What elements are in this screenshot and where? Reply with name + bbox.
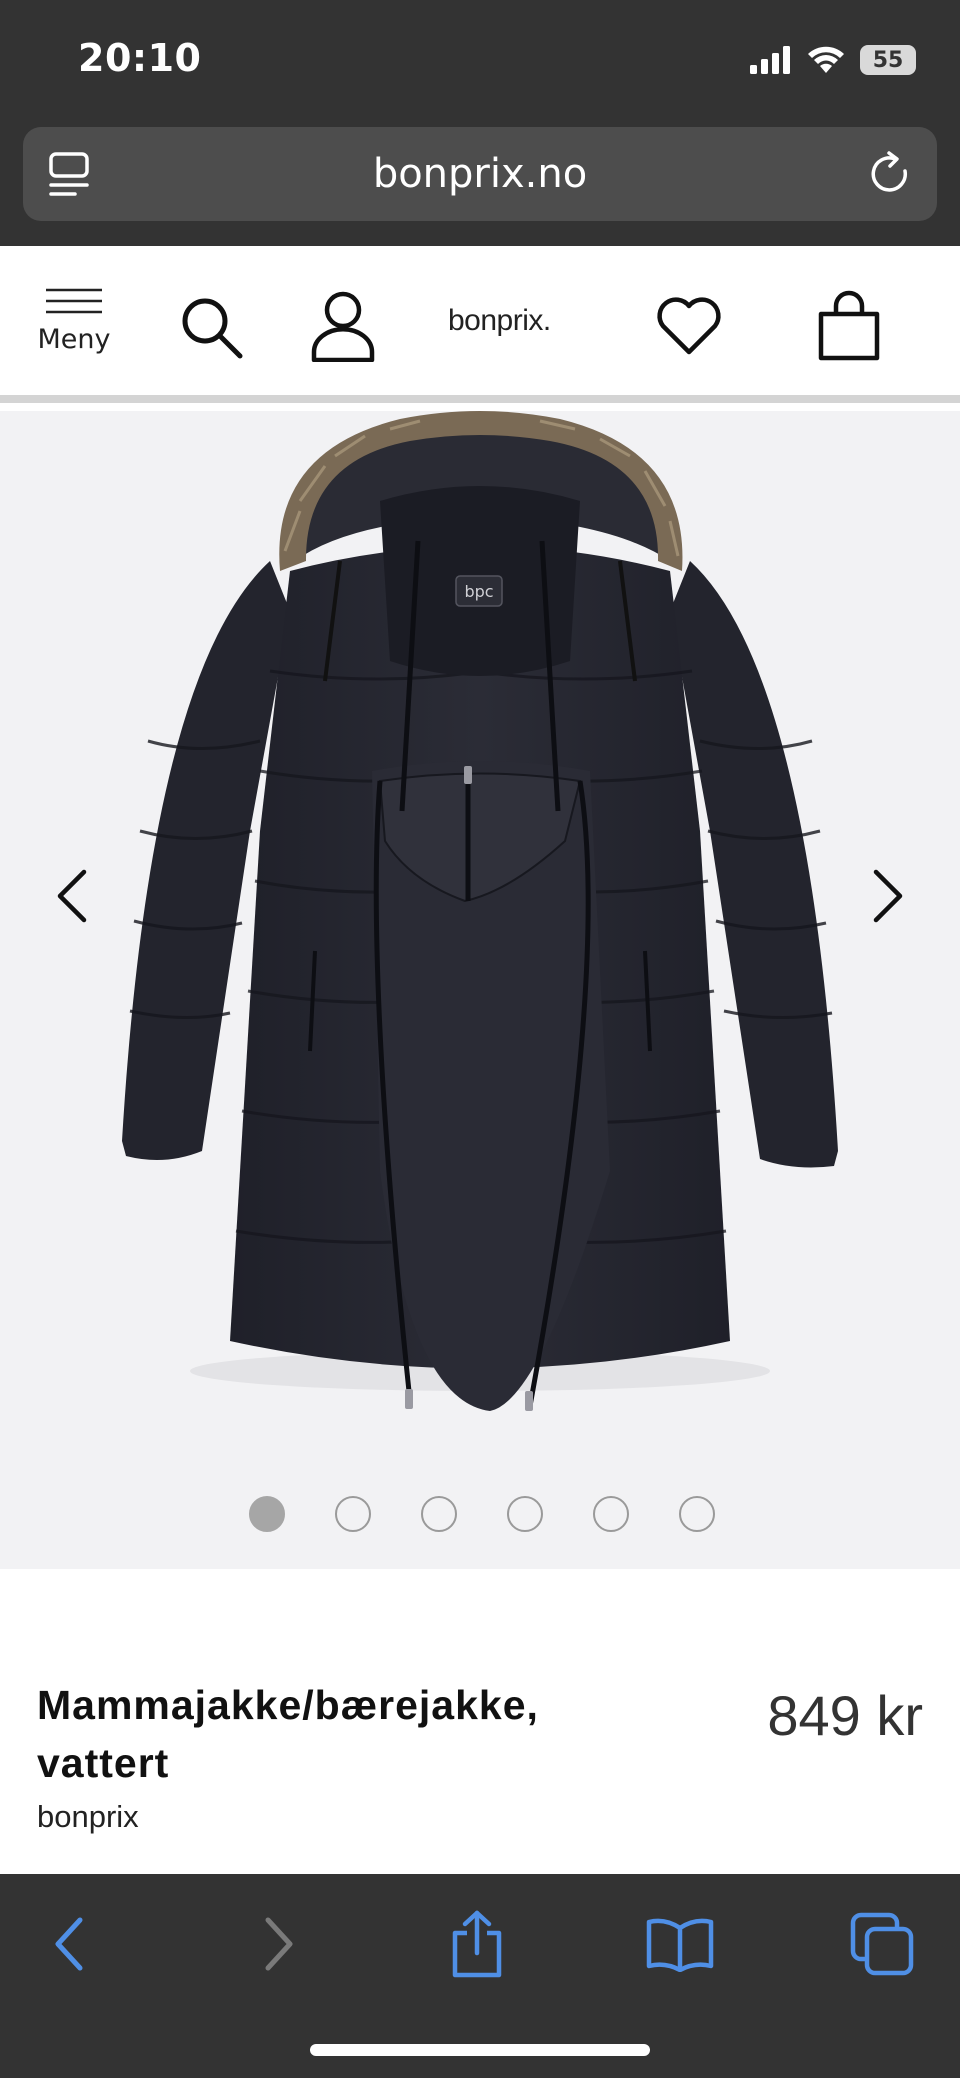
product-info: Mammajakke/bærejakke, vattert 849 kr bon… [0,1569,960,1874]
status-icons: 55 [750,40,916,80]
address-bar[interactable]: bonprix.no [23,127,937,221]
menu-button[interactable]: Meny [36,288,112,368]
gallery-pagination [0,1496,960,1536]
forward-button[interactable] [238,1904,318,1984]
back-icon [55,1917,83,1971]
browser-toolbar [0,1874,960,2078]
hamburger-menu-icon [46,288,102,314]
gallery-dot[interactable] [421,1496,457,1532]
bookmarks-button[interactable] [640,1904,720,1984]
reload-icon[interactable] [865,149,915,199]
browser-address-area: bonprix.no [0,125,960,246]
wifi-icon [808,46,844,73]
jacket-image: bpc [122,411,838,1411]
share-button[interactable] [437,1904,517,1984]
home-indicator[interactable] [310,2044,650,2056]
gallery-dot[interactable] [679,1496,715,1532]
bonprix-logo[interactable]: bonprix. [448,304,572,344]
gallery-dot[interactable] [249,1496,285,1532]
garment-logo-text: bpc [464,582,493,601]
forward-icon [265,1917,293,1971]
site-header: Meny bonprix. [0,246,960,403]
shopping-bag-icon[interactable] [816,290,882,362]
gallery-dot[interactable] [335,1496,371,1532]
status-time: 20:10 [78,36,202,80]
gallery-dot[interactable] [593,1496,629,1532]
tabs-icon [850,1912,914,1976]
menu-label: Meny [37,324,111,355]
product-price: 849 kr [767,1684,923,1747]
next-image-arrow-icon[interactable] [866,866,912,926]
product-gallery[interactable]: bpc [0,411,960,1569]
back-button[interactable] [30,1904,110,1984]
heart-icon[interactable] [654,294,724,358]
share-icon [452,1910,502,1978]
account-icon[interactable] [310,290,376,362]
product-title: Mammajakke/bærejakke, vattert [37,1682,539,1786]
url-text[interactable]: bonprix.no [23,127,937,221]
gallery-dot[interactable] [507,1496,543,1532]
signal-icon [750,46,790,74]
product-brand[interactable]: bonprix [37,1799,139,1835]
search-icon[interactable] [178,294,244,360]
status-bar: 20:10 55 [0,0,960,125]
tabs-button[interactable] [842,1904,922,1984]
battery-icon: 55 [860,45,916,75]
previous-image-arrow-icon[interactable] [48,866,94,926]
bookmarks-icon [646,1918,714,1972]
